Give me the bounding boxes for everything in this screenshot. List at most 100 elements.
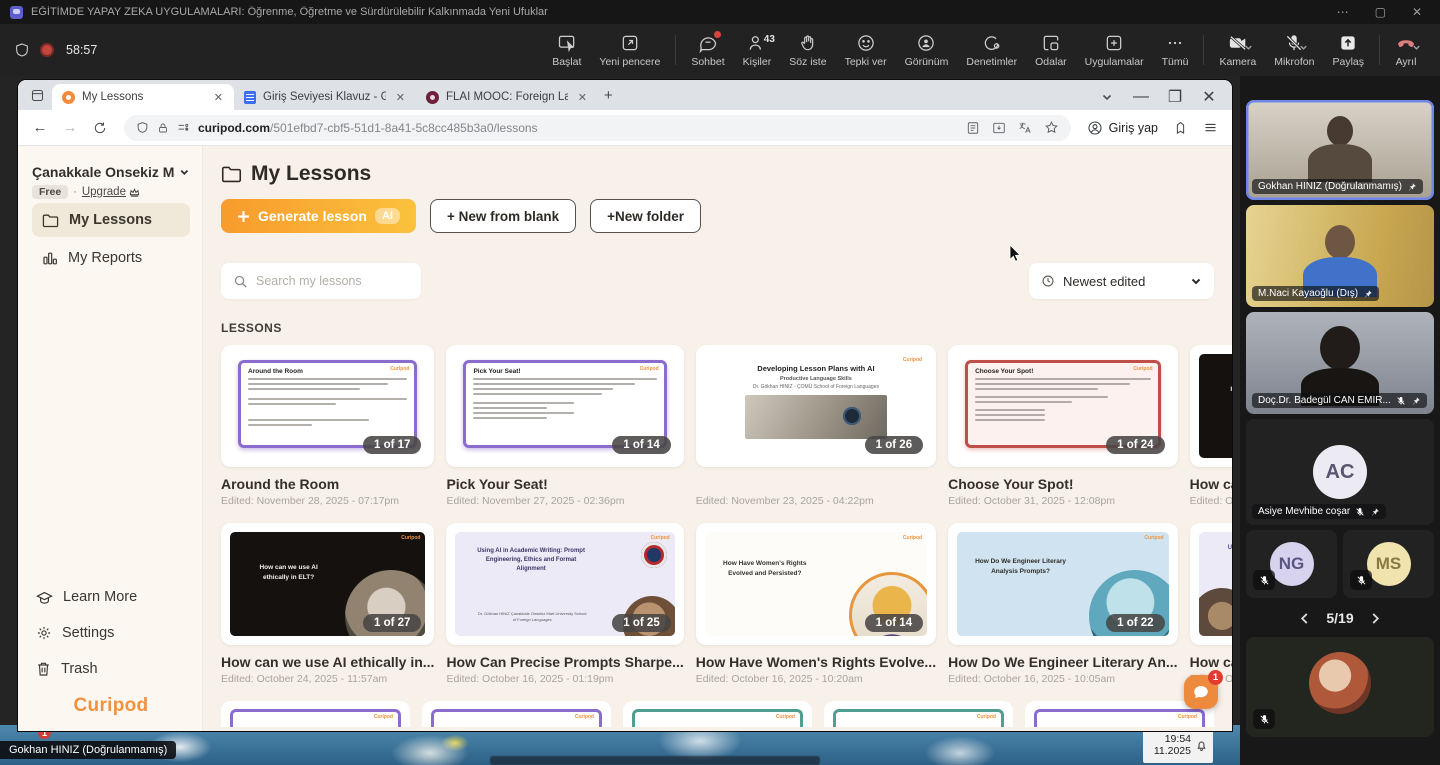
sidebar-item-my-lessons[interactable]: My Lessons	[32, 203, 190, 237]
lesson-card[interactable]: Curipod	[221, 701, 410, 727]
toolbar-view-button[interactable]: Görünüm	[896, 33, 958, 68]
reading-mode-icon[interactable]	[966, 121, 980, 135]
toolbar-more-button[interactable]: Tümü	[1153, 33, 1198, 68]
new-window-icon	[620, 33, 640, 53]
toolbar-react-button[interactable]: Tepki ver	[836, 33, 896, 68]
folder-icon	[221, 165, 242, 183]
lesson-card[interactable]: Curipod How Have Women's Rights Evolved …	[696, 523, 936, 685]
tab-my-lessons[interactable]: My Lessons ✕	[52, 84, 234, 110]
participant-video[interactable]: Doç.Dr. Badegül CAN EMİR...	[1246, 312, 1434, 414]
participant-video[interactable]: M.Naci Kayaoğlu (Dış)	[1246, 205, 1434, 307]
toolbar-new-window-button[interactable]: Yeni pencere	[590, 33, 669, 68]
toolbar-participants-button[interactable]: 43 Kişiler	[734, 33, 781, 68]
bookmark-star-icon[interactable]	[1044, 120, 1059, 135]
site-info-icon[interactable]	[136, 121, 149, 134]
sidebar-item-settings[interactable]: Settings	[32, 617, 190, 649]
clock-date: 11.2025	[1154, 745, 1191, 757]
lesson-card[interactable]: Curipod Pick Your Seat! 1 of 14 Pick You…	[446, 345, 683, 507]
participant-video[interactable]: AC Asiye Mevhibe coşar	[1246, 419, 1434, 525]
pager-prev-icon[interactable]	[1299, 612, 1310, 625]
forward-button[interactable]: →	[58, 116, 82, 140]
toolbar-rooms-button[interactable]: Odalar	[1026, 33, 1076, 68]
leave-options-chevron-icon[interactable]	[1412, 43, 1421, 52]
workspace-switcher[interactable]: Çanakkale Onsekiz Mart	[32, 164, 190, 180]
view-icon	[916, 33, 936, 53]
participant-video[interactable]	[1246, 637, 1434, 737]
trash-icon	[36, 661, 51, 677]
lesson-card[interactable]: Curipod	[623, 701, 812, 727]
curipod-sidebar: Çanakkale Onsekiz Mart Free · Upgrade M	[18, 146, 203, 731]
participant-video[interactable]: Gokhan HINIZ (Doğrulanmamış)	[1246, 100, 1434, 200]
share-screen-icon	[1338, 33, 1358, 53]
tab-search-button[interactable]	[26, 84, 48, 106]
save-page-icon[interactable]	[992, 121, 1006, 135]
maximize-icon[interactable]: ▢	[1375, 5, 1386, 19]
close-tab-icon[interactable]: ✕	[575, 90, 590, 105]
generate-lesson-button[interactable]: Generate lesson AI	[221, 199, 416, 233]
lesson-card[interactable]: Curipod How can AI enhance language teac…	[1190, 345, 1232, 507]
lesson-card[interactable]: Curipod Choose Your Spot! 1 of 24 Choose…	[948, 345, 1177, 507]
lesson-card[interactable]: Curipod	[422, 701, 611, 727]
tab-list-chevron-icon[interactable]	[1090, 84, 1124, 110]
new-folder-button[interactable]: +New folder	[590, 199, 701, 233]
sort-dropdown[interactable]: Newest edited	[1029, 263, 1214, 299]
lesson-card[interactable]: Curipod How can we use AI ethically in E…	[221, 523, 434, 685]
camera-options-chevron-icon[interactable]	[1244, 43, 1253, 52]
more-options-icon[interactable]: ⋯	[1337, 5, 1349, 19]
toolbar-start-button[interactable]: Başlat	[543, 33, 590, 68]
browser-restore-button[interactable]: ❐	[1158, 84, 1192, 110]
browser-close-button[interactable]: ✕	[1192, 84, 1226, 110]
reload-button[interactable]	[88, 116, 112, 140]
toolbar-raise-hand-button[interactable]: Söz iste	[780, 33, 835, 68]
browser-minimize-button[interactable]: —	[1124, 84, 1158, 110]
lesson-card[interactable]: Curipod Using AI in Academic Writing: To…	[1190, 523, 1232, 685]
sidebar-item-my-reports[interactable]: My Reports	[32, 241, 190, 275]
lesson-card[interactable]: Curipod Using AI in Academic Writing: Pr…	[446, 523, 683, 685]
mic-options-chevron-icon[interactable]	[1299, 43, 1308, 52]
signin-button[interactable]: Giriş yap	[1083, 120, 1162, 136]
participant-video[interactable]: NG	[1246, 530, 1337, 598]
lock-icon	[157, 122, 169, 134]
pager-next-icon[interactable]	[1370, 612, 1381, 625]
pin-icon	[1370, 507, 1380, 517]
address-bar[interactable]: curipod.com/501efbd7-cbf5-51d1-8a41-5c8c…	[124, 115, 1071, 141]
toolbar-apps-button[interactable]: Uygulamalar	[1076, 33, 1153, 68]
notification-bell-icon[interactable]	[1195, 739, 1208, 752]
upgrade-link[interactable]: Upgrade	[82, 186, 140, 198]
support-chat-button[interactable]: 1	[1184, 675, 1218, 709]
sidebar-item-learn-more[interactable]: Learn More	[32, 581, 190, 613]
taskbar-clock[interactable]: 19:54 11.2025	[1143, 727, 1213, 763]
translate-icon[interactable]	[1018, 121, 1032, 135]
toolbar-camera-button[interactable]: Kamera	[1210, 33, 1265, 68]
workspace-name: Çanakkale Onsekiz Mart	[32, 164, 175, 180]
search-input[interactable]	[256, 274, 396, 288]
breakout-rooms-icon	[1041, 33, 1061, 53]
close-tab-icon[interactable]: ✕	[393, 90, 408, 105]
lesson-card[interactable]: Curipod Around the Room 1 of 17 Around t…	[221, 345, 434, 507]
toolbar-share-button[interactable]: Paylaş	[1323, 33, 1373, 68]
toolbar-leave-button[interactable]: Ayrıl	[1386, 33, 1426, 68]
search-box[interactable]	[221, 263, 421, 299]
browser-menu-icon[interactable]	[1198, 116, 1222, 140]
lesson-card[interactable]: Curipod Developing Lesson Plans with AI …	[696, 345, 936, 507]
back-button[interactable]: ←	[28, 116, 52, 140]
toolbar-mic-button[interactable]: Mikrofon	[1265, 33, 1323, 68]
raise-hand-icon	[798, 33, 818, 53]
toolbar-chat-button[interactable]: Sohbet	[682, 33, 733, 68]
participant-video[interactable]: MS	[1343, 530, 1434, 598]
new-from-blank-button[interactable]: + New from blank	[430, 199, 576, 233]
lesson-card[interactable]: Curipod	[824, 701, 1013, 727]
sidebar-item-trash[interactable]: Trash	[32, 653, 190, 685]
tab-google-docs[interactable]: Giriş Seviyesi Klavuz - Google D ✕	[234, 84, 416, 110]
google-docs-favicon	[244, 91, 256, 104]
collections-icon[interactable]	[1168, 116, 1192, 140]
lesson-title: How can we use AI ethically in...	[221, 654, 434, 670]
close-tab-icon[interactable]: ✕	[211, 90, 226, 105]
lesson-card[interactable]: Curipod How Do We Engineer Literary Anal…	[948, 523, 1177, 685]
close-icon[interactable]: ✕	[1412, 5, 1422, 19]
new-tab-button[interactable]: +	[604, 87, 613, 104]
toolbar-controls-button[interactable]: Denetimler	[957, 33, 1026, 68]
split-screen-icon[interactable]	[177, 122, 190, 133]
security-shield-icon[interactable]	[14, 41, 30, 59]
tab-flai-mooc[interactable]: FLAI MOOC: Foreign Language ✕	[416, 84, 598, 110]
